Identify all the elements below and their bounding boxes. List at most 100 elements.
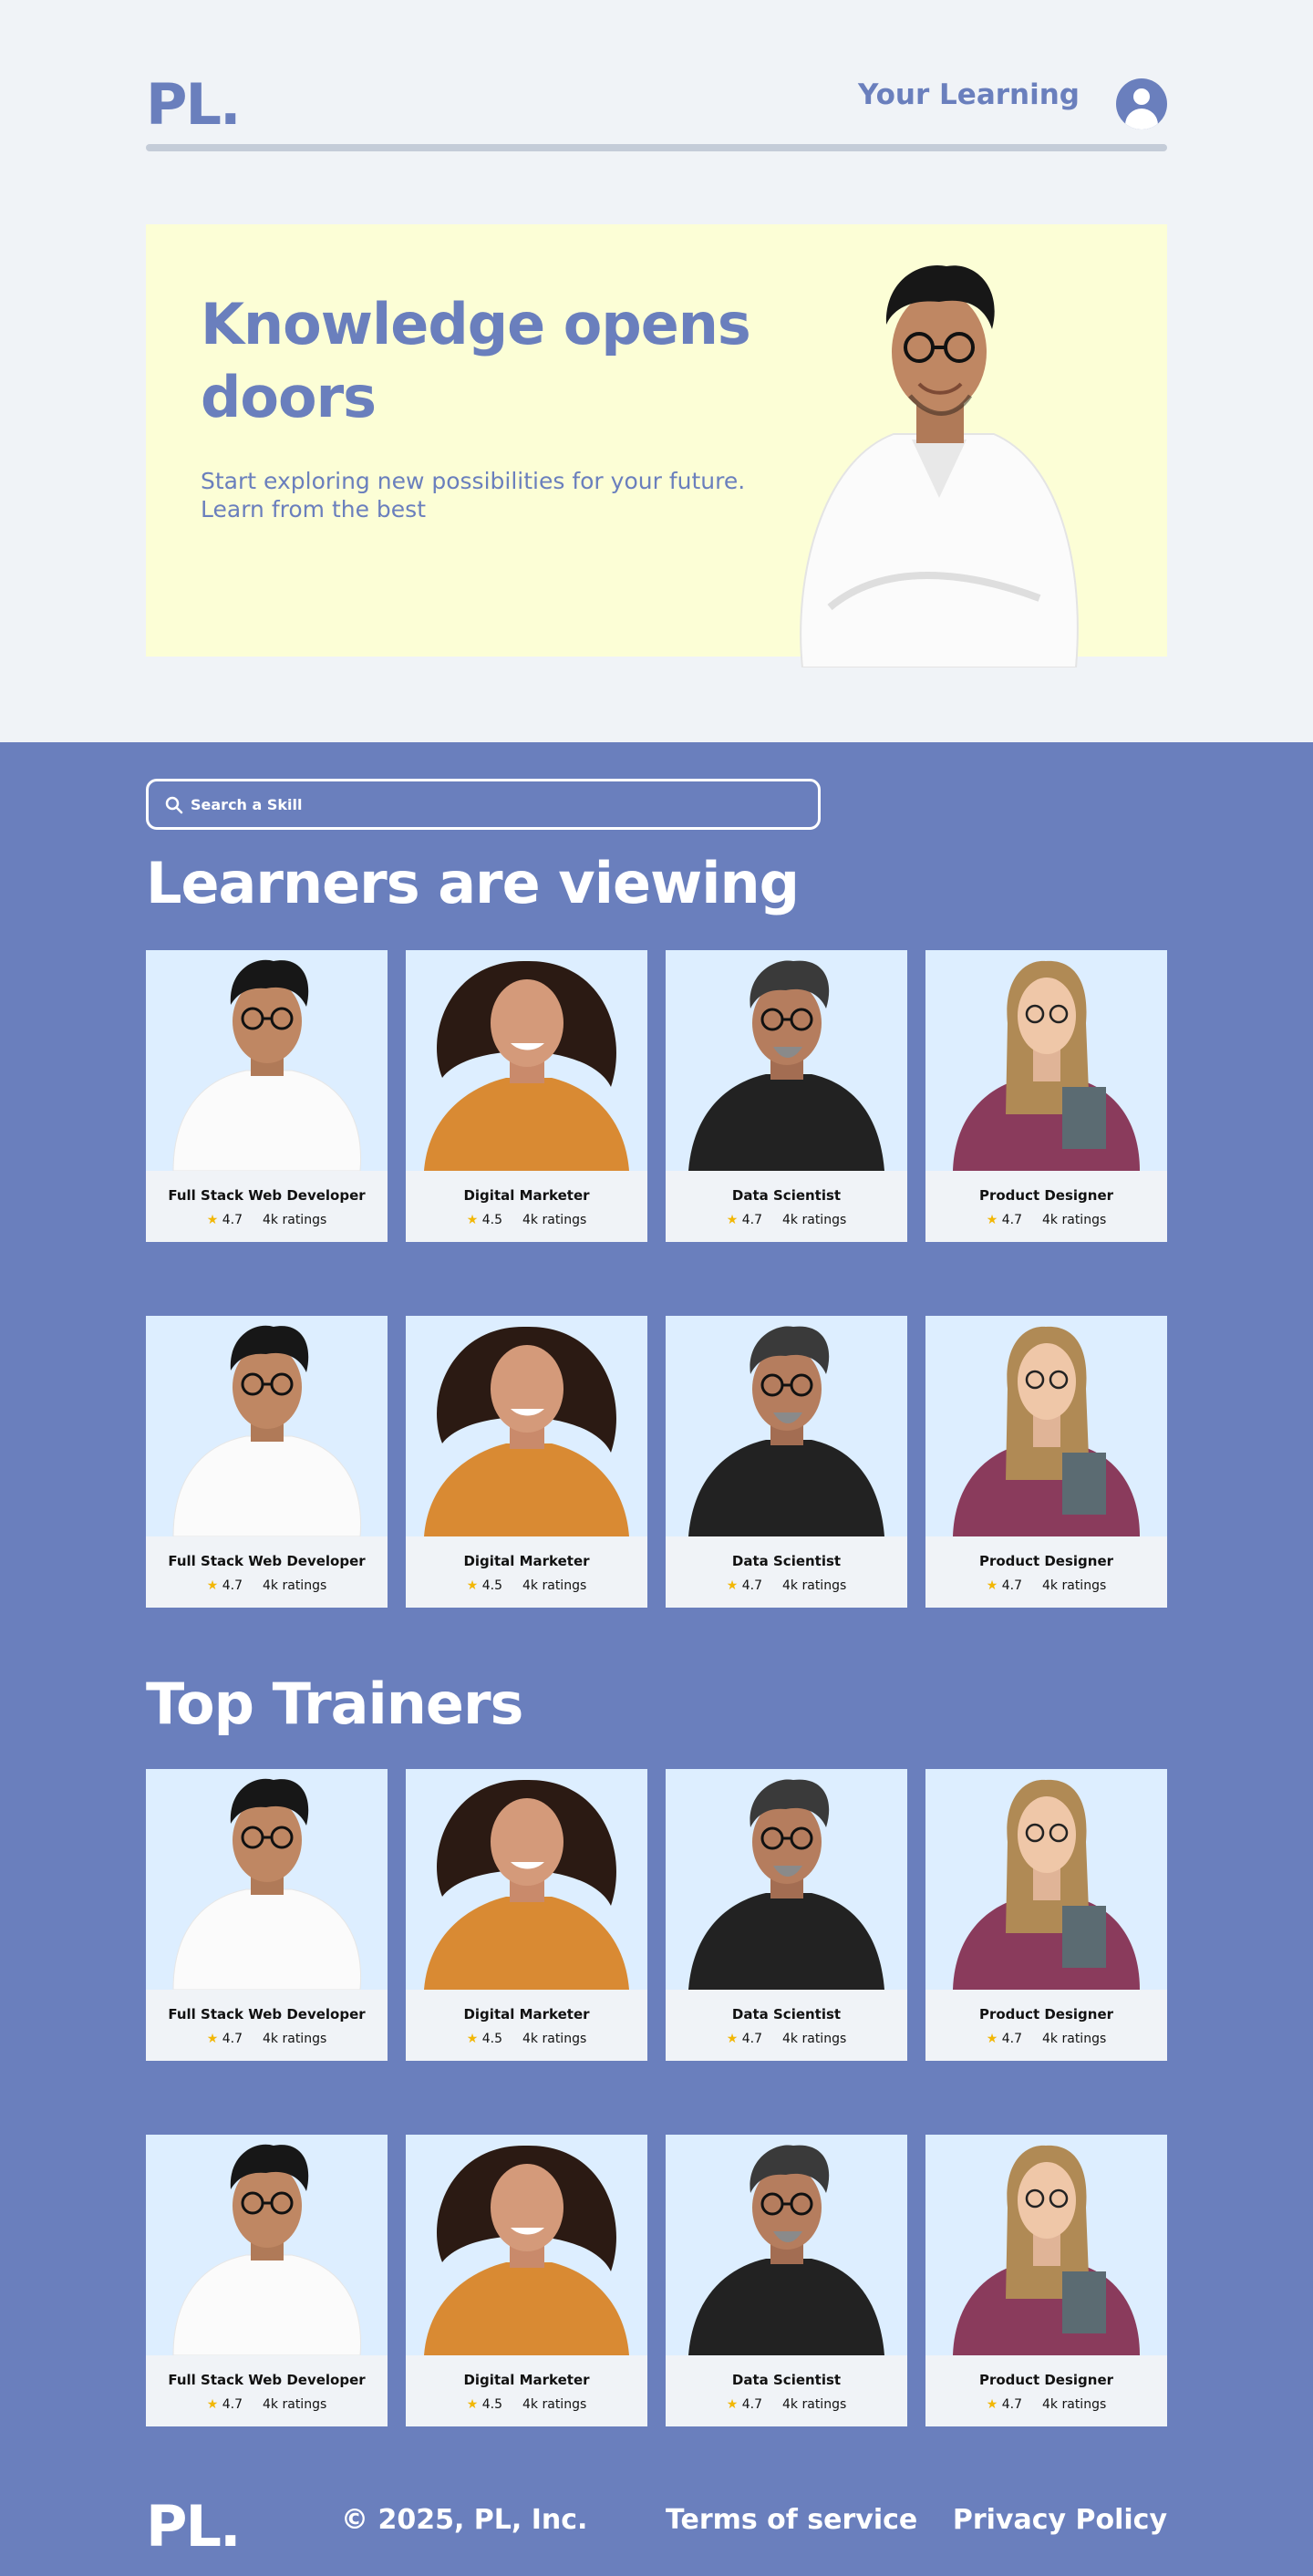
hero-title: Knowledge opens doors (201, 291, 751, 430)
hero-subtitle: Start exploring new possibilities for yo… (201, 468, 746, 522)
hero-banner: Knowledge opens doors Start exploring ne… (146, 224, 1167, 667)
card-portrait-image (146, 1316, 388, 1536)
card-rating: 4.7 (222, 1213, 243, 1227)
star-icon: ★ (206, 1578, 219, 1593)
footer-copyright: © 2025, PL, Inc. (341, 2504, 588, 2536)
trainer-card[interactable]: Data Scientist ★ 4.7 4k ratings (666, 2135, 907, 2426)
site-footer: PL. © 2025, PL, Inc. Terms of service Pr… (0, 2453, 1313, 2576)
header-divider (146, 144, 1167, 151)
card-meta: ★ 4.7 4k ratings (146, 2032, 388, 2046)
card-title: Digital Marketer (463, 1553, 590, 1569)
card-portrait-image (406, 1316, 647, 1536)
card-portrait-image (146, 1769, 388, 1990)
card-meta: ★ 4.7 4k ratings (925, 1578, 1167, 1593)
course-card[interactable]: Digital Marketer ★ 4.5 4k ratings (406, 1316, 647, 1608)
your-learning-link[interactable]: Your Learning (858, 78, 1080, 111)
card-title: Product Designer (978, 1553, 1114, 1569)
search-bar[interactable] (146, 779, 821, 830)
trainer-card[interactable]: Product Designer ★ 4.7 4k ratings (925, 2135, 1167, 2426)
star-icon: ★ (726, 2397, 739, 2412)
card-meta: ★ 4.7 4k ratings (666, 2397, 907, 2412)
card-meta: ★ 4.7 4k ratings (146, 2397, 388, 2412)
card-rating: 4.7 (222, 2032, 243, 2046)
card-ratings-count: 4k ratings (1042, 2397, 1107, 2412)
course-card[interactable]: Full Stack Web Developer ★ 4.7 4k ratings (146, 1316, 388, 1608)
search-input[interactable] (191, 791, 792, 818)
card-title: Full Stack Web Developer (168, 2372, 366, 2388)
card-meta: ★ 4.7 4k ratings (666, 1213, 907, 1227)
card-rating: 4.7 (741, 2397, 763, 2412)
card-portrait-image (666, 1316, 907, 1536)
card-title: Data Scientist (731, 1553, 842, 1569)
card-meta: ★ 4.5 4k ratings (406, 2397, 647, 2412)
hero-portrait-image (800, 264, 1079, 667)
trainers-grid-row-1: Full Stack Web Developer ★ 4.7 4k ratings… (146, 1769, 1167, 2061)
card-meta: ★ 4.7 4k ratings (666, 2032, 907, 2046)
trainer-card[interactable]: Digital Marketer ★ 4.5 4k ratings (406, 2135, 647, 2426)
card-rating: 4.7 (1001, 2032, 1023, 2046)
card-ratings-count: 4k ratings (782, 1578, 847, 1593)
card-portrait-image (925, 1316, 1167, 1536)
card-rating: 4.7 (1001, 2397, 1023, 2412)
card-ratings-count: 4k ratings (263, 1213, 327, 1227)
footer-logo[interactable]: PL. (146, 2493, 241, 2560)
trainers-section-title: Top Trainers (146, 1671, 523, 1737)
star-icon: ★ (726, 1213, 739, 1227)
learners-section-title: Learners are viewing (146, 850, 800, 916)
card-rating: 4.7 (222, 1578, 243, 1593)
star-icon: ★ (986, 1578, 998, 1593)
course-card[interactable]: Data Scientist ★ 4.7 4k ratings (666, 1316, 907, 1608)
card-portrait-image (666, 1769, 907, 1990)
card-portrait-image (666, 950, 907, 1171)
card-title: Product Designer (978, 2006, 1114, 2023)
star-icon: ★ (466, 2032, 479, 2046)
card-ratings-count: 4k ratings (522, 2032, 587, 2046)
card-rating: 4.7 (222, 2397, 243, 2412)
card-title: Data Scientist (731, 1187, 842, 1204)
card-meta: ★ 4.5 4k ratings (406, 2032, 647, 2046)
trainer-card[interactable]: Product Designer ★ 4.7 4k ratings (925, 1769, 1167, 2061)
course-card[interactable]: Data Scientist ★ 4.7 4k ratings (666, 950, 907, 1242)
course-card[interactable]: Product Designer ★ 4.7 4k ratings (925, 1316, 1167, 1608)
user-icon[interactable] (1116, 78, 1167, 129)
card-meta: ★ 4.7 4k ratings (666, 1578, 907, 1593)
card-title: Full Stack Web Developer (168, 2006, 366, 2023)
search-icon (165, 796, 183, 814)
card-rating: 4.5 (481, 1578, 503, 1593)
terms-link[interactable]: Terms of service (666, 2504, 917, 2536)
card-rating: 4.5 (481, 1213, 503, 1227)
card-ratings-count: 4k ratings (522, 2397, 587, 2412)
card-portrait-image (925, 1769, 1167, 1990)
card-rating: 4.5 (481, 2032, 503, 2046)
top-container: PL. Your Learning Knowledge opens doors … (146, 0, 1167, 667)
user-icon-head (1133, 88, 1150, 105)
card-title: Digital Marketer (463, 1187, 590, 1204)
course-card[interactable]: Digital Marketer ★ 4.5 4k ratings (406, 950, 647, 1242)
star-icon: ★ (466, 1213, 479, 1227)
card-title: Data Scientist (731, 2372, 842, 2388)
card-portrait-image (406, 950, 647, 1171)
star-icon: ★ (466, 2397, 479, 2412)
trainer-card[interactable]: Digital Marketer ★ 4.5 4k ratings (406, 1769, 647, 2061)
card-portrait-image (406, 2135, 647, 2355)
trainer-card[interactable]: Data Scientist ★ 4.7 4k ratings (666, 1769, 907, 2061)
card-title: Product Designer (978, 1187, 1114, 1204)
trainer-card[interactable]: Full Stack Web Developer ★ 4.7 4k ratings (146, 2135, 388, 2426)
course-card[interactable]: Full Stack Web Developer ★ 4.7 4k ratings (146, 950, 388, 1242)
card-meta: ★ 4.7 4k ratings (925, 2032, 1167, 2046)
trainer-card[interactable]: Full Stack Web Developer ★ 4.7 4k ratings (146, 1769, 388, 2061)
card-meta: ★ 4.7 4k ratings (146, 1213, 388, 1227)
card-rating: 4.5 (481, 2397, 503, 2412)
card-meta: ★ 4.5 4k ratings (406, 1578, 647, 1593)
card-title: Full Stack Web Developer (168, 1187, 366, 1204)
course-card[interactable]: Product Designer ★ 4.7 4k ratings (925, 950, 1167, 1242)
user-icon-body (1125, 109, 1158, 129)
logo[interactable]: PL. (146, 71, 241, 138)
card-ratings-count: 4k ratings (1042, 1213, 1107, 1227)
card-meta: ★ 4.7 4k ratings (146, 1578, 388, 1593)
privacy-link[interactable]: Privacy Policy (953, 2504, 1167, 2536)
star-icon: ★ (726, 2032, 739, 2046)
card-meta: ★ 4.5 4k ratings (406, 1213, 647, 1227)
learners-grid-row-2: Full Stack Web Developer ★ 4.7 4k ratings… (146, 1316, 1167, 1608)
card-portrait-image (925, 2135, 1167, 2355)
